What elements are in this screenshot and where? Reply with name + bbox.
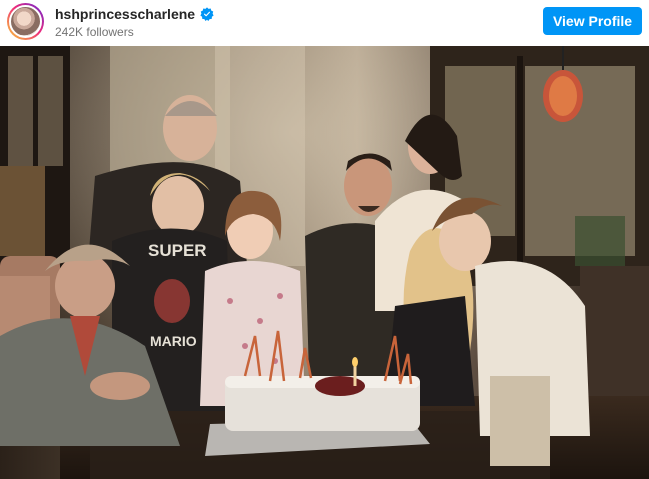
shirt-text-super: SUPER — [148, 241, 207, 260]
profile-handle[interactable]: hshprincesscharlene — [55, 6, 195, 22]
family-birthday-photo: SUPER MARIO — [0, 46, 649, 479]
post-header: hshprincesscharlene 242K followers View … — [0, 0, 649, 46]
avatar-image — [9, 5, 42, 38]
follower-count: 242K followers — [55, 25, 134, 39]
post-photo[interactable]: SUPER MARIO — [0, 46, 649, 479]
shirt-text-mario: MARIO — [150, 333, 197, 349]
profile-avatar[interactable] — [7, 3, 44, 40]
verified-badge-icon — [200, 7, 214, 21]
handle-row: hshprincesscharlene — [55, 6, 214, 22]
view-profile-button[interactable]: View Profile — [543, 7, 642, 35]
